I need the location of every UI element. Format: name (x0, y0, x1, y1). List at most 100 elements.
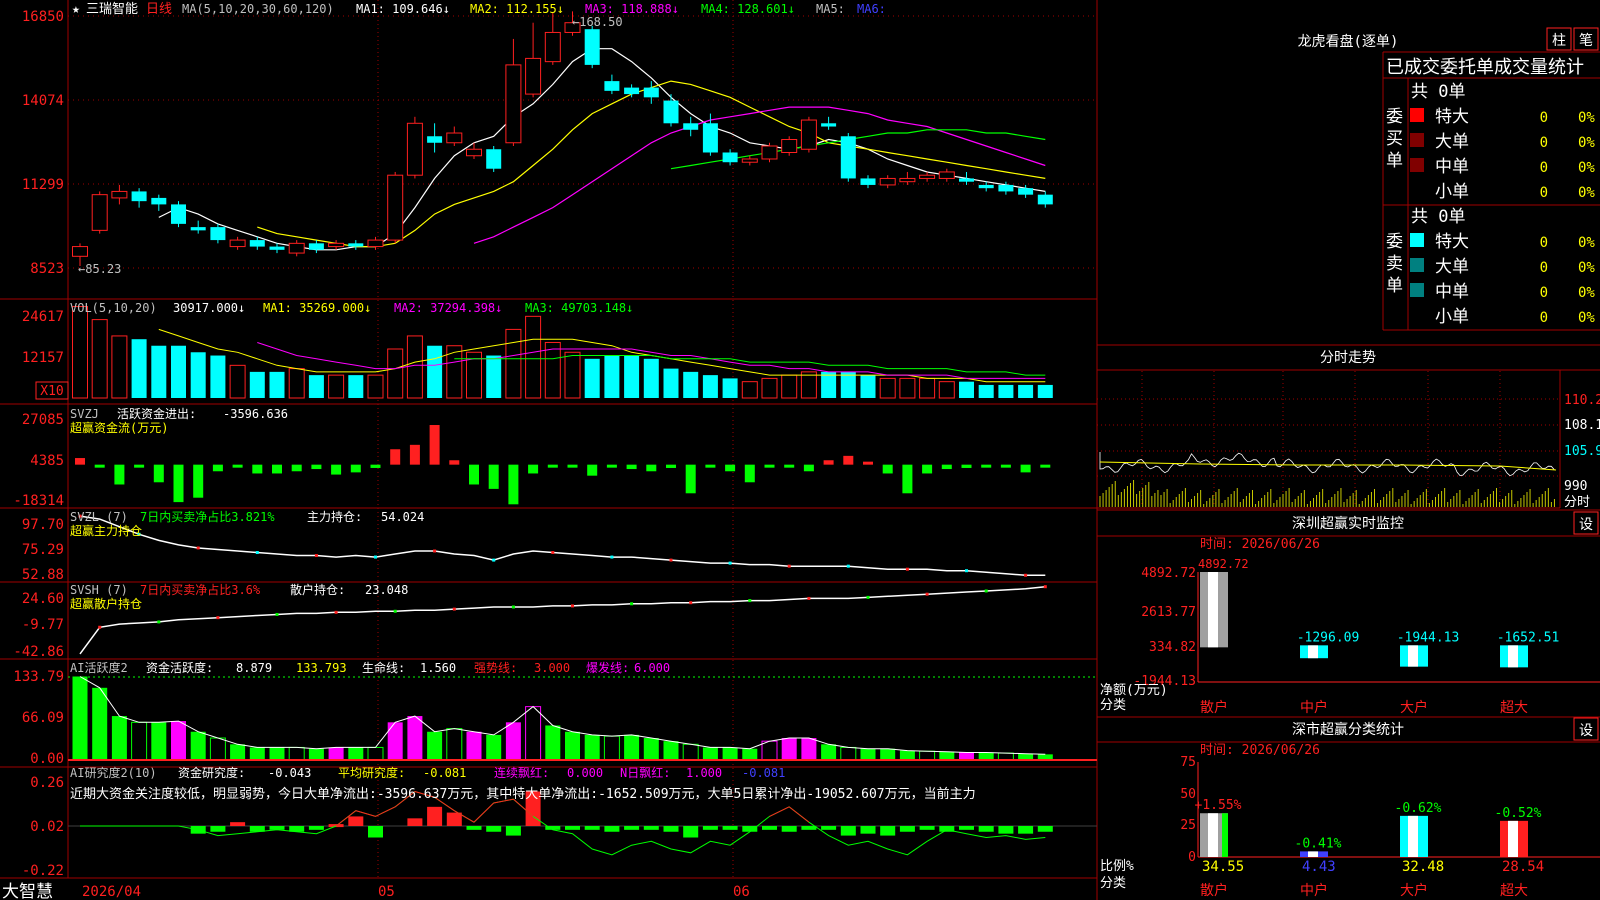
stats-y-tick: 75 (1180, 755, 1196, 770)
research-line-hot (473, 802, 495, 823)
candle-body (919, 174, 936, 179)
order-size-label: 特大 (1435, 107, 1469, 127)
svsh-label1: 7日内买卖净占比3.6% (140, 582, 261, 597)
candle-body (525, 57, 542, 95)
retail-holding-dot (748, 599, 752, 603)
fund-flow-bar (666, 464, 676, 468)
stats-category: 散户 (1200, 882, 1228, 899)
fenshi-panel[interactable]: 分时走势 110.2 108.1 105.9 990 分时 (1097, 350, 1600, 510)
monitor-category: 超大 (1500, 700, 1528, 716)
res-n-label: N日飘红: (620, 765, 670, 780)
activity-bar (899, 750, 915, 760)
volume-bar (663, 368, 679, 398)
research-bar (584, 826, 600, 830)
activity-bar (939, 751, 955, 760)
bar-mode-label[interactable]: 柱 (1552, 33, 1566, 49)
tick-mode-label[interactable]: 笔 (1579, 33, 1593, 49)
res-red: 0.000 (567, 766, 603, 780)
order-size-label: 中单 (1435, 282, 1469, 302)
high-annotation: ←168.50 (572, 15, 623, 29)
order-color-swatch (1410, 258, 1424, 272)
activity-bar (722, 747, 738, 760)
order-color-swatch (1410, 183, 1424, 197)
order-percent: 0% (1578, 310, 1595, 326)
volume-panel[interactable]: VOL(5,10,20) 30917.000↓ MA1: 35269.000↓ … (22, 301, 1053, 400)
ai-active-panel[interactable]: AI活跃度2 资金活跃度: 8.879 133.793 生命线: 1.560 强… (13, 660, 1097, 767)
y-tick: 14074 (22, 93, 64, 109)
svsh-panel[interactable]: SVSH (7) 7日内买卖净占比3.6% 散户持仓: 23.048 超赢散户持… (13, 582, 1047, 660)
low-annotation: ←85.23 (78, 262, 121, 276)
svzl-panel[interactable]: SVZL (7) 7日内买卖净占比3.821% 主力持仓: 54.024 超赢主… (22, 509, 1046, 583)
ma3-readout: MA3: 118.888↓ (585, 2, 679, 16)
stats-panel[interactable]: +1.55% 34.55 散户 -0.41% 4.43 中户 -0.62% 32.48 大户 -0… (1100, 717, 1600, 899)
order-total: 共 0单 (1411, 207, 1465, 227)
activity-bar (643, 738, 659, 760)
fund-flow-bar (1020, 464, 1031, 473)
monitor-panel[interactable]: 散户 -1296.09 中户 -1944.13 大户 -1652.51 超大 深圳超赢实时监… (1100, 511, 1600, 716)
activity-bar (919, 750, 936, 761)
fenshi-tick: 105.9 (1564, 444, 1600, 459)
retail-holding-dot (216, 616, 220, 620)
fund-flow-bar (1000, 464, 1011, 468)
fund-flow-bar (390, 449, 401, 465)
monitor-category: 大户 (1400, 699, 1428, 716)
main-holding-dot (492, 558, 496, 562)
candle-body (288, 242, 305, 254)
svzj-panel[interactable]: SVZJ 活跃资金进出: -3596.636 超赢资金流(万元) 27085 4… (13, 406, 1051, 509)
retail-holding-dot (925, 592, 929, 596)
ai-life-label: 生命线: (362, 660, 405, 675)
order-color-swatch (1410, 308, 1424, 322)
volume-bar (643, 358, 659, 398)
res-comment: 近期大资金关注度较低，明显弱势，今日大单净流出:-3596.637万元，其中特大… (70, 786, 976, 802)
fund-flow-bar (961, 464, 972, 468)
activity-bar (860, 748, 876, 760)
y-tick: -42.86 (13, 644, 64, 660)
monitor-title: 深圳超赢实时监控 (1292, 515, 1404, 532)
period-label[interactable]: 日线 (146, 2, 172, 17)
volume-bar (72, 306, 88, 399)
candle-body (505, 64, 522, 144)
ma-params: MA(5,10,20,30,60,120) (182, 2, 334, 16)
candle-body (604, 81, 620, 91)
fund-flow-bar (212, 464, 223, 472)
stats-settings-label[interactable]: 设 (1579, 723, 1593, 739)
vol-ma3: MA3: 49703.148↓ (525, 301, 633, 315)
order-size-label: 特大 (1435, 232, 1469, 252)
activity-bar (603, 735, 620, 761)
volume-bar (406, 335, 423, 399)
volume-bar (604, 355, 620, 398)
ai-burst: 6.000 (634, 661, 670, 675)
volume-bar (387, 348, 404, 399)
candle-body (446, 132, 463, 144)
ma-line-ma2 (257, 80, 1046, 248)
volume-bar (111, 335, 128, 399)
res-avg: -0.081 (423, 766, 466, 780)
y-tick: 16850 (22, 9, 64, 25)
y-tick: 66.09 (22, 710, 64, 726)
monitor-unit: 净额(万元) (1100, 683, 1168, 698)
side-label-char: 买 (1386, 129, 1403, 149)
svzl-value: 54.024 (381, 510, 424, 524)
svzl-label1: 7日内买卖净占比3.821% (140, 509, 275, 524)
candle-body (663, 100, 679, 124)
order-color-swatch (1410, 133, 1424, 147)
ai-research-panel[interactable]: AI研究度2(10) 资金研究度: -0.043 平均研究度: -0.081 连… (22, 765, 1097, 879)
fund-flow-bar (449, 460, 460, 465)
fenshi-tick: 990 (1564, 479, 1587, 494)
price-panel[interactable]: ★ 三瑞智能 日线 MA(5,10,20,30,60,120) MA1: 109… (0, 0, 1098, 900)
monitor-bar (1200, 572, 1228, 648)
research-bar (368, 826, 383, 838)
activity-bar (72, 676, 88, 760)
volume-bar (171, 345, 186, 398)
activity-bar (348, 747, 364, 760)
stats-bar (1200, 813, 1228, 857)
monitor-y-tick: 334.82 (1149, 640, 1196, 655)
volume-bar (564, 351, 581, 399)
activity-bar (781, 738, 797, 760)
svzl-sub: 超赢主力持仓 (70, 523, 142, 538)
volume-bar (151, 345, 167, 398)
volume-bar (486, 355, 502, 398)
monitor-settings-label[interactable]: 设 (1579, 517, 1593, 533)
activity-bar (742, 748, 758, 760)
stock-name: 三瑞智能 (86, 2, 138, 17)
